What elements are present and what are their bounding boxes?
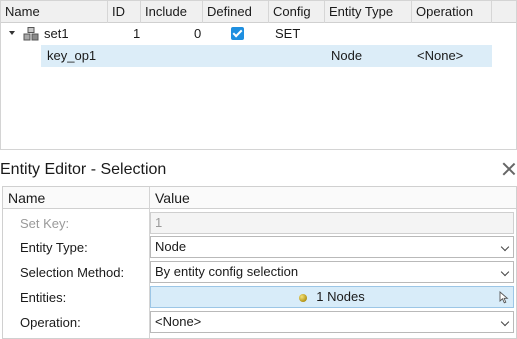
set-key-label: Set Key: bbox=[20, 216, 70, 231]
row-config: SET bbox=[275, 26, 301, 41]
column-header-id[interactable]: ID bbox=[108, 1, 141, 23]
row-include: 0 bbox=[194, 26, 202, 41]
checkbox-checked-icon[interactable] bbox=[231, 27, 244, 40]
column-header-name[interactable]: Name bbox=[1, 1, 108, 23]
set-key-field: 1 bbox=[150, 212, 514, 234]
chevron-down-icon bbox=[502, 269, 509, 276]
set-group-icon bbox=[23, 27, 39, 41]
node-icon bbox=[299, 294, 308, 302]
cursor-icon bbox=[499, 291, 509, 304]
operation-value: <None> bbox=[155, 314, 202, 329]
chevron-down-icon[interactable] bbox=[9, 31, 15, 35]
entity-tree-table: Name ID Include Defined Config Entity Ty… bbox=[0, 0, 517, 150]
column-header-include[interactable]: Include bbox=[141, 1, 203, 23]
column-header-operation[interactable]: Operation bbox=[412, 1, 492, 23]
row-name: key_op1 bbox=[47, 48, 97, 63]
tree-row-set1[interactable]: set1 1 0 SET bbox=[1, 23, 516, 45]
entities-selector[interactable]: 1 Nodes bbox=[150, 286, 514, 308]
close-icon[interactable] bbox=[502, 162, 516, 176]
selection-method-dropdown[interactable]: By entity config selection bbox=[150, 261, 514, 283]
row-entity-type: Node bbox=[331, 48, 363, 63]
entity-editor: Name Value Set Key: 1 Entity Type: Node … bbox=[2, 186, 517, 339]
selection-method-label: Selection Method: bbox=[20, 265, 125, 280]
chevron-down-icon bbox=[502, 319, 509, 326]
tree-row-key-op1[interactable]: key_op1 Node <None> bbox=[41, 45, 492, 67]
column-header-config[interactable]: Config bbox=[269, 1, 325, 23]
operation-label: Operation: bbox=[20, 315, 81, 330]
entity-type-label: Entity Type: bbox=[20, 240, 88, 255]
column-header-entity-type[interactable]: Entity Type bbox=[325, 1, 412, 23]
selection-method-value: By entity config selection bbox=[155, 264, 299, 279]
editor-title: Entity Editor - Selection bbox=[0, 161, 167, 178]
row-id: 1 bbox=[133, 26, 141, 41]
row-operation: <None> bbox=[417, 48, 464, 63]
entity-type-value: Node bbox=[155, 239, 187, 254]
tree-header: Name ID Include Defined Config Entity Ty… bbox=[1, 1, 516, 23]
entities-label: Entities: bbox=[20, 290, 67, 305]
entity-type-dropdown[interactable]: Node bbox=[150, 236, 514, 258]
operation-dropdown[interactable]: <None> bbox=[150, 311, 514, 333]
editor-header: Name Value bbox=[3, 187, 516, 209]
entities-value: 1 Nodes bbox=[316, 289, 365, 304]
row-name: set1 bbox=[44, 26, 69, 41]
column-header-defined[interactable]: Defined bbox=[203, 1, 269, 23]
editor-header-name: Name bbox=[8, 190, 46, 206]
editor-header-value: Value bbox=[155, 190, 190, 206]
chevron-down-icon bbox=[502, 244, 509, 251]
